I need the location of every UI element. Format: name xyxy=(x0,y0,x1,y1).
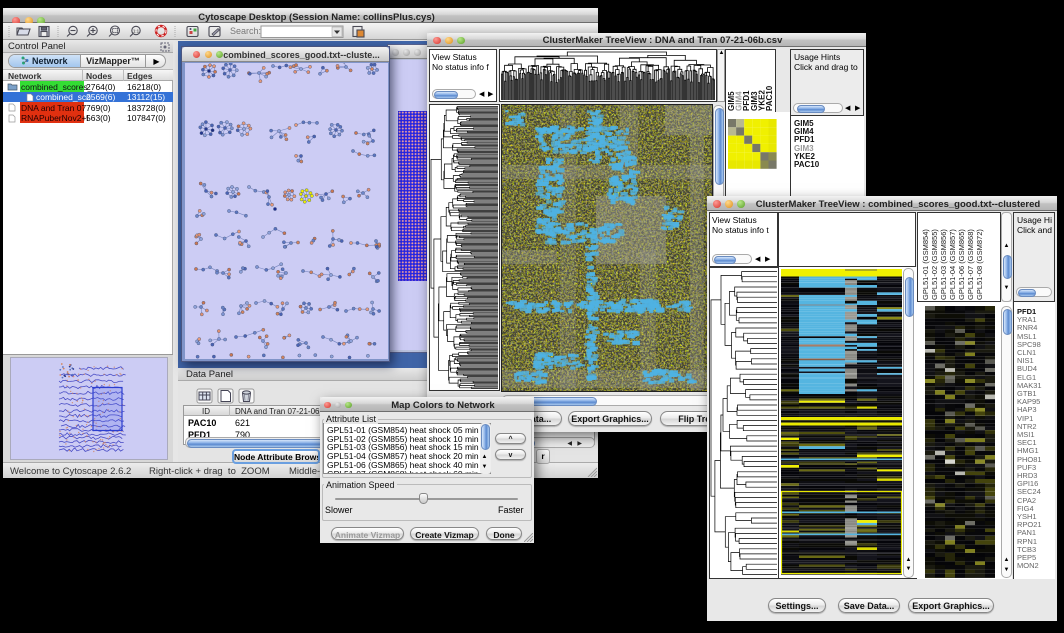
svg-text:GPL51-07 (GSM868): GPL51-07 (GSM868) xyxy=(966,229,975,300)
svg-text:1:1: 1:1 xyxy=(133,29,140,34)
svg-text:GPL51-04 (GSM857): GPL51-04 (GSM857) xyxy=(948,229,957,300)
svg-text:GPL51-03 (GSM856): GPL51-03 (GSM856) xyxy=(939,229,948,300)
svg-text:GPL51-01 (GSM854): GPL51-01 (GSM854) xyxy=(921,229,930,300)
svg-text:Search:: Search: xyxy=(230,26,261,36)
svg-text:GPL51-02 (GSM855): GPL51-02 (GSM855) xyxy=(930,229,939,300)
svg-text:GPL51-06 (GSM865): GPL51-06 (GSM865) xyxy=(957,229,966,300)
svg-text:GPL51-08 (GSM872): GPL51-08 (GSM872) xyxy=(975,229,984,300)
svg-text:PAC10: PAC10 xyxy=(765,85,774,111)
